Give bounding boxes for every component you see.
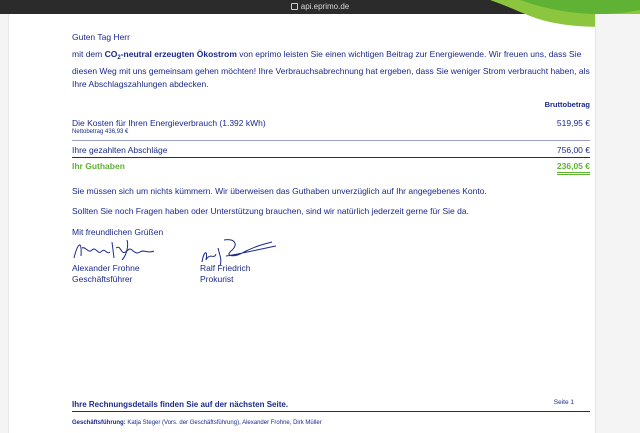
row-paid-installments: Ihre gezahlten Abschläge 756,00 € bbox=[72, 145, 590, 155]
row-credit: Ihr Guthaben 236,05 € bbox=[72, 161, 590, 175]
signature-image-1 bbox=[73, 239, 155, 261]
row-label: Die Kosten für Ihren Energieverbrauch (1… bbox=[72, 118, 266, 128]
row-amount: 756,00 € bbox=[556, 145, 590, 155]
questions-paragraph: Sollten Sie noch Fragen haben oder Unter… bbox=[72, 206, 469, 216]
signatory-title: Prokurist bbox=[200, 273, 234, 284]
row-label: Ihr Guthaben bbox=[72, 161, 125, 171]
signatory-title: Geschäftsführer bbox=[72, 273, 133, 284]
intro-paragraph: mit dem CO2-neutral erzeugten Ökostrom v… bbox=[72, 49, 590, 89]
greeting: Guten Tag Herr bbox=[72, 32, 130, 42]
lock-icon bbox=[290, 3, 298, 10]
page-number: Seite 1 bbox=[553, 399, 574, 406]
row-energy-cost: Die Kosten für Ihren Energieverbrauch (1… bbox=[72, 118, 590, 128]
right-margin bbox=[595, 14, 640, 433]
management-info: Geschäftsführung: Katja Steger (Vors. de… bbox=[72, 420, 322, 426]
invoice-details-note: Ihre Rechnungsdetails finden Sie auf der… bbox=[72, 400, 289, 409]
credit-amount: 236,05 € bbox=[556, 161, 590, 175]
column-header-gross: Bruttobetrag bbox=[544, 100, 590, 109]
divider bbox=[72, 140, 590, 141]
net-amount-note: Nettobetrag 436,93 € bbox=[72, 129, 129, 135]
row-label: Ihre gezahlten Abschläge bbox=[72, 145, 168, 155]
divider bbox=[72, 411, 590, 412]
refund-paragraph: Sie müssen sich um nichts kümmern. Wir ü… bbox=[72, 186, 487, 196]
co2-term: CO2-neutral erzeugten Ökostrom bbox=[104, 49, 237, 61]
divider bbox=[72, 157, 590, 158]
signatory-1: Alexander Frohne Geschäftsführer bbox=[72, 263, 140, 284]
left-margin bbox=[0, 14, 9, 433]
signatory-name: Ralf Friedrich bbox=[200, 263, 251, 273]
signatory-name: Alexander Frohne bbox=[72, 263, 140, 273]
row-amount: 519,95 € bbox=[556, 118, 590, 128]
signatory-2: Ralf Friedrich Prokurist bbox=[200, 263, 251, 284]
